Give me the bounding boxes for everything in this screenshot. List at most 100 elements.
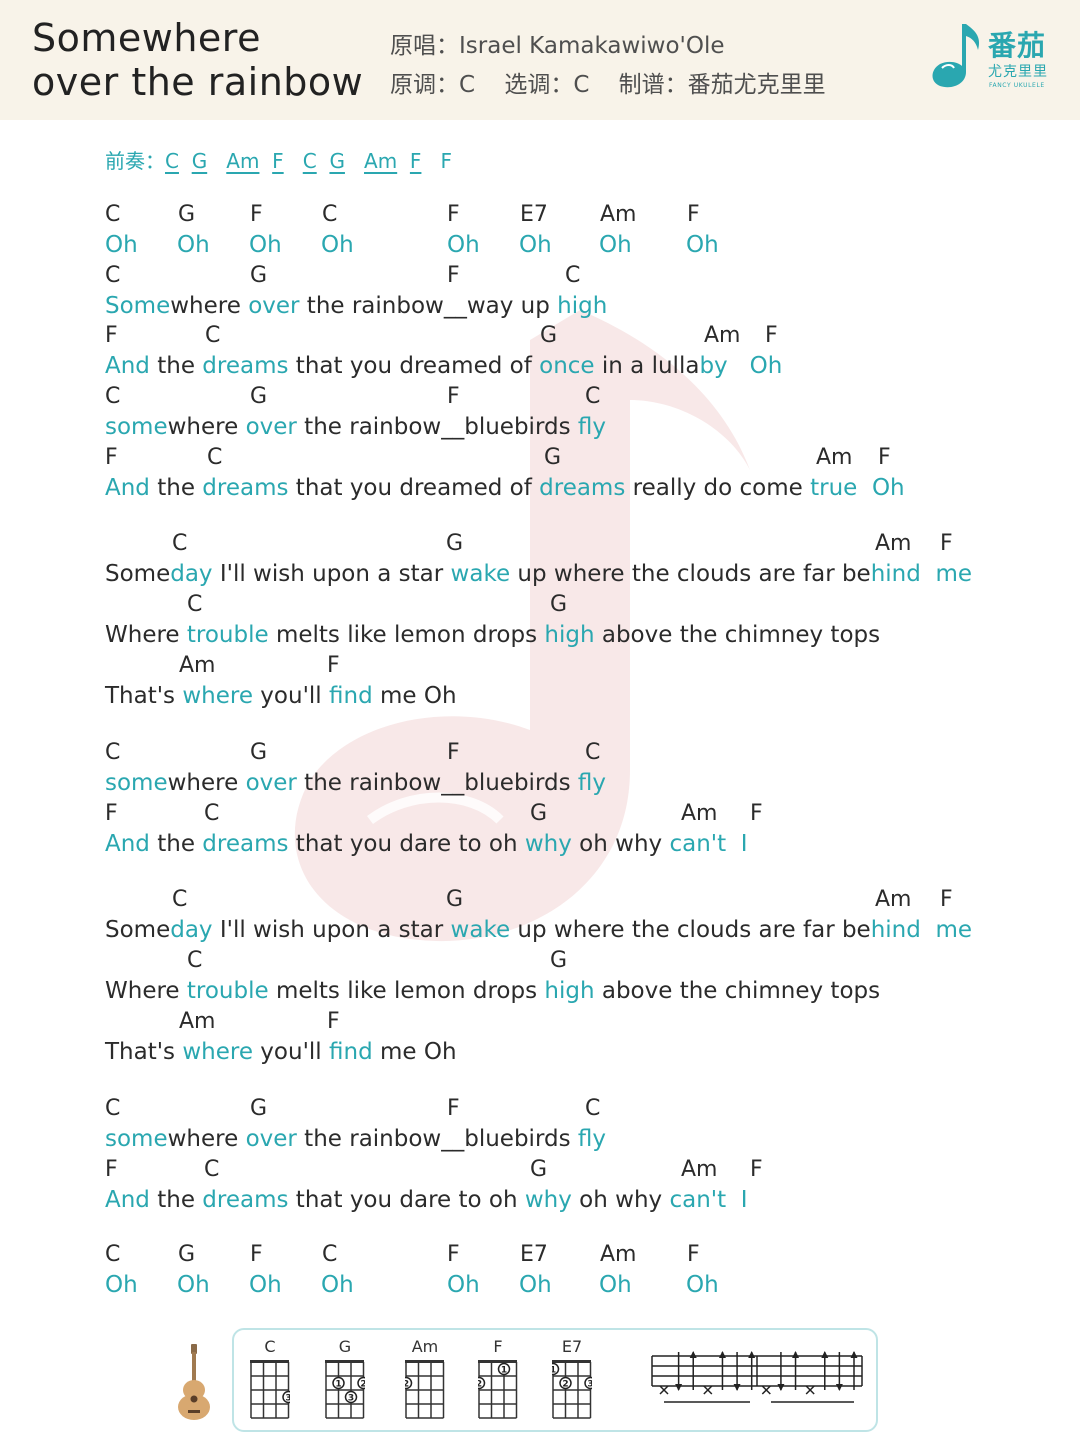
- finger-number: 1: [335, 1380, 341, 1390]
- chord-label: C: [565, 263, 581, 288]
- chord-label: F: [687, 1242, 700, 1267]
- lyric-segment: above the chimney tops: [594, 978, 881, 1004]
- chord-label: F: [447, 263, 460, 288]
- lyric-word: Oh: [519, 231, 552, 259]
- lyric-line: And the dreams that you dare to oh why o…: [105, 830, 748, 858]
- finger-number: 2: [562, 1380, 568, 1390]
- lyric-segment: Oh: [177, 1272, 210, 1298]
- chord-label: F: [447, 384, 460, 409]
- chord-label: F: [750, 1157, 763, 1182]
- chord-label: Am: [179, 653, 216, 678]
- lyric-line: somewhere over the rainbow__bluebirds fl…: [105, 769, 606, 797]
- lyric-segment: [728, 353, 750, 379]
- lyric-segment: once: [539, 353, 595, 379]
- lyric-segment: where: [167, 770, 246, 796]
- chord-label: Am: [875, 887, 912, 912]
- lyric-segment: Oh: [599, 1272, 632, 1298]
- lyric-segment: trouble: [186, 978, 269, 1004]
- chord-chart-name: G: [338, 1337, 352, 1356]
- lyric-line: Where trouble melts like lemon drops hig…: [105, 977, 880, 1005]
- lyric-segment: high: [557, 293, 608, 319]
- lyric-line: somewhere over the rainbow__bluebirds fl…: [105, 413, 606, 441]
- chord-label: C: [585, 740, 601, 765]
- lyric-segment: the rainbow__bluebirds: [296, 414, 578, 440]
- lyric-segment: Oh: [519, 232, 552, 258]
- chord-chart-name: Am: [411, 1337, 439, 1356]
- lyric-segment: that you dreamed of: [288, 353, 540, 379]
- chord-chart-name: F: [493, 1337, 503, 1356]
- chord-label: C: [105, 1242, 121, 1267]
- lyric-segment: Oh: [105, 1272, 138, 1298]
- chord-label: C: [207, 445, 223, 470]
- lyric-segment: day: [170, 561, 213, 587]
- chord-label: C: [205, 323, 221, 348]
- lyric-segment: dreams: [539, 475, 626, 501]
- lyric-segment: the rainbow__way up: [299, 293, 558, 319]
- chord-label: F: [765, 323, 778, 348]
- lyric-segment: that you dare to oh: [288, 1187, 525, 1213]
- chord-label: F: [447, 1242, 460, 1267]
- lyric-word: Oh: [105, 1271, 138, 1299]
- lyric-segment: [921, 917, 936, 943]
- chord-label: C: [204, 1157, 220, 1182]
- lyric-segment: that you dare to oh: [288, 831, 525, 857]
- chord-label: Am: [704, 323, 741, 348]
- chord-label: C: [105, 1096, 121, 1121]
- chord-label: C: [322, 1242, 338, 1267]
- lyric-segment: Oh: [177, 232, 210, 258]
- music-note-logo-icon: [932, 24, 980, 88]
- chord-label: F: [878, 445, 891, 470]
- lyric-segment: some: [105, 770, 168, 796]
- finger-number: 3: [587, 1380, 592, 1390]
- chord-label: Am: [600, 202, 637, 227]
- strum-down-arrow: [733, 1384, 741, 1391]
- lyric-segment: hind: [870, 917, 921, 943]
- intro-chord: F: [440, 149, 453, 173]
- key-line: 原调：C 选调：C 制谱：番茄尤克里里: [390, 65, 826, 99]
- chord-label: C: [204, 801, 220, 826]
- lyric-line: That's where you'll find me Oh: [105, 1038, 457, 1066]
- lyric-segment: me: [935, 917, 973, 943]
- lyric-line: somewhere over the rainbow__bluebirds fl…: [105, 1125, 606, 1153]
- chord-nut: [478, 1360, 517, 1363]
- chord-nut: [405, 1360, 444, 1363]
- song-title-line2: over the rainbow: [32, 60, 364, 104]
- lyric-segment: day: [170, 917, 213, 943]
- lyric-segment: trouble: [186, 622, 269, 648]
- chord-label: F: [750, 801, 763, 826]
- lyric-segment: Oh: [249, 1272, 282, 1298]
- chord-label: E7: [520, 202, 548, 227]
- header-bar: Somewhere over the rainbow 原唱：Israel Kam…: [0, 0, 1080, 120]
- lyric-segment: where: [182, 683, 253, 709]
- chord-label: G: [530, 801, 548, 826]
- lyric-segment: by: [699, 353, 728, 379]
- lyric-word: Oh: [599, 231, 632, 259]
- lyric-line: Someday I'll wish upon a star wake up wh…: [105, 916, 972, 944]
- lyric-segment: Oh: [749, 353, 783, 379]
- lyric-segment: where: [167, 1126, 246, 1152]
- chord-diagram: 12 3: [552, 1360, 592, 1419]
- chord-label: C: [585, 384, 601, 409]
- chord-diagram: 12: [478, 1360, 518, 1419]
- play-key-label: 选调：: [504, 72, 574, 98]
- chord-chart-name: E7: [561, 1337, 583, 1356]
- lyric-line: And the dreams that you dreamed of dream…: [105, 474, 905, 502]
- lyric-word: Oh: [447, 1271, 480, 1299]
- chord-nut: [552, 1360, 591, 1363]
- lyric-segment: find: [329, 1039, 373, 1065]
- lyric-segment: above the chimney tops: [594, 622, 881, 648]
- lyric-word: Oh: [321, 1271, 354, 1299]
- lyric-segment: in a lulla: [594, 353, 700, 379]
- lyric-segment: why: [524, 1187, 572, 1213]
- lyric-segment: over: [245, 1126, 297, 1152]
- lyric-segment: up where the clouds are far be: [510, 917, 871, 943]
- lyric-segment: Oh: [249, 232, 282, 258]
- lyric-segment: That's: [105, 683, 183, 709]
- intro-chord: G: [329, 149, 345, 173]
- chord-label: G: [540, 323, 558, 348]
- lyric-word: Oh: [599, 1271, 632, 1299]
- lyric-segment: where: [167, 414, 246, 440]
- lyric-segment: high: [544, 978, 595, 1004]
- chord-label: G: [550, 948, 568, 973]
- finger-number: 3: [285, 1394, 290, 1404]
